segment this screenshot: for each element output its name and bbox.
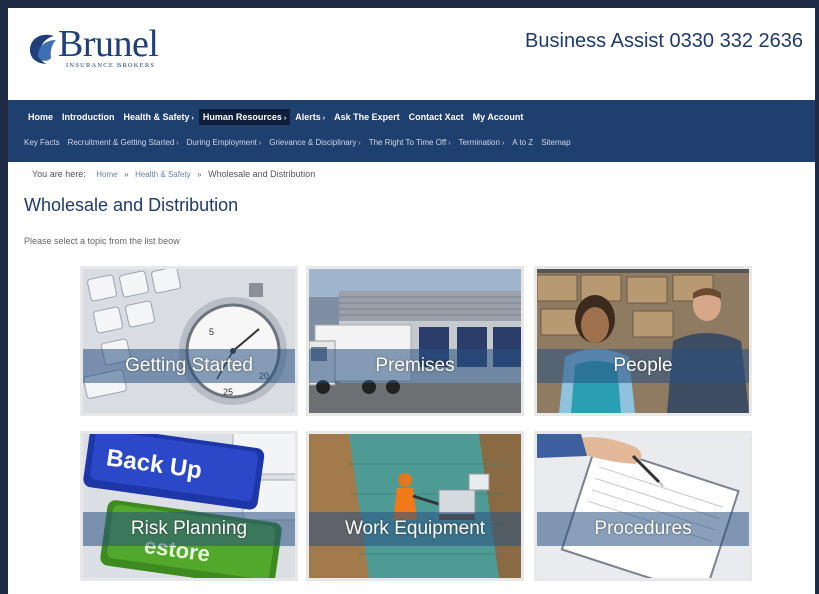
tile-label: Getting Started <box>83 349 295 383</box>
chevron-right-icon: › <box>258 139 262 147</box>
tile-procedures[interactable]: Procedures <box>534 431 752 581</box>
page-title: Wholesale and Distribution <box>24 195 239 215</box>
main-navigation: Home Introduction Health & Safety › Human… <box>8 100 815 162</box>
svg-text:5: 5 <box>209 327 214 337</box>
tile-work-equipment[interactable]: Work Equipment <box>306 431 524 581</box>
nav-ask-the-expert[interactable]: Ask The Expert <box>330 109 404 125</box>
keyboard-stopwatch-image: 5 20 25 <box>83 269 295 413</box>
people-image <box>537 269 749 413</box>
chevron-right-icon: › <box>358 139 361 147</box>
breadcrumb-separator: » <box>197 170 202 179</box>
chevron-right-icon: › <box>191 115 194 122</box>
tile-premises[interactable]: Premises <box>306 266 524 416</box>
tile-getting-started[interactable]: 5 20 25 Getting Started <box>80 266 298 416</box>
subnav-termination-label: Termination <box>458 137 500 147</box>
nav-human-resources-label: Human Resources <box>202 112 282 122</box>
warehouse-truck-image <box>309 269 521 413</box>
primary-nav: Home Introduction Health & Safety › Human… <box>24 108 528 126</box>
nav-health-safety[interactable]: Health & Safety › <box>120 109 198 125</box>
subnav-grievance-label: Grievance & Disciplinary <box>269 137 357 147</box>
brand-name: Brunel <box>58 23 159 65</box>
svg-text:25: 25 <box>223 387 233 397</box>
subnav-during-employment[interactable]: During Employment › <box>187 138 262 147</box>
subnav-a-to-z[interactable]: A to Z <box>512 138 533 147</box>
chevron-right-icon: › <box>176 139 179 147</box>
tile-label: Work Equipment <box>309 512 521 546</box>
chevron-right-icon: › <box>322 115 326 122</box>
page-intro: Please select a topic from the list beow <box>24 236 180 246</box>
tile-risk-planning[interactable]: Back Up estore Risk Planning <box>80 431 298 581</box>
work-equipment-image <box>309 434 521 578</box>
tile-people[interactable]: People <box>534 266 752 416</box>
subnav-time-off[interactable]: The Right To Time Off › <box>369 138 451 147</box>
nav-health-safety-label: Health & Safety <box>123 112 190 122</box>
breadcrumb-health-safety[interactable]: Health & Safety <box>135 170 191 179</box>
breadcrumb: You are here: Home » Health & Safety » W… <box>32 169 315 179</box>
breadcrumb-home[interactable]: Home <box>96 170 117 179</box>
tile-label: Risk Planning <box>83 512 295 546</box>
nav-alerts-label: Alerts <box>295 112 321 122</box>
subnav-key-facts[interactable]: Key Facts <box>24 138 60 147</box>
nav-human-resources[interactable]: Human Resources › <box>198 109 291 125</box>
nav-contact-xact[interactable]: Contact Xact <box>405 109 468 125</box>
business-assist-phone: Business Assist 0330 332 2636 <box>525 30 803 52</box>
tile-label: Procedures <box>537 512 749 546</box>
brand-tagline: INSURANCE BROKERS <box>66 62 156 69</box>
chevron-right-icon: › <box>448 139 451 147</box>
procedures-clipboard-image <box>537 434 749 578</box>
chevron-right-icon: › <box>283 115 287 122</box>
subnav-recruitment-label: Recruitment & Getting Started <box>67 137 175 147</box>
nav-introduction[interactable]: Introduction <box>58 109 119 125</box>
subnav-during-employment-label: During Employment <box>186 137 257 147</box>
breadcrumb-separator: » <box>124 170 129 179</box>
nav-alerts[interactable]: Alerts › <box>291 109 329 125</box>
subnav-recruitment[interactable]: Recruitment & Getting Started › <box>68 138 179 147</box>
brand-logo[interactable]: Brunel INSURANCE BROKERS <box>24 23 184 74</box>
secondary-nav: Key Facts Recruitment & Getting Started ›… <box>24 134 579 150</box>
site-header: Brunel INSURANCE BROKERS Business Assist… <box>8 8 815 100</box>
subnav-termination[interactable]: Termination › <box>459 138 505 147</box>
subnav-sitemap[interactable]: Sitemap <box>541 138 570 147</box>
backup-keyboard-image: Back Up estore <box>83 434 295 578</box>
nav-home[interactable]: Home <box>24 109 57 125</box>
breadcrumb-prefix: You are here: <box>32 169 86 179</box>
nav-my-account[interactable]: My Account <box>469 109 528 125</box>
tile-label: Premises <box>309 349 521 383</box>
subnav-grievance[interactable]: Grievance & Disciplinary › <box>269 138 360 147</box>
subnav-time-off-label: The Right To Time Off <box>368 137 447 147</box>
breadcrumb-current: Wholesale and Distribution <box>208 169 316 179</box>
chevron-right-icon: › <box>501 139 505 147</box>
tile-label: People <box>537 349 749 383</box>
